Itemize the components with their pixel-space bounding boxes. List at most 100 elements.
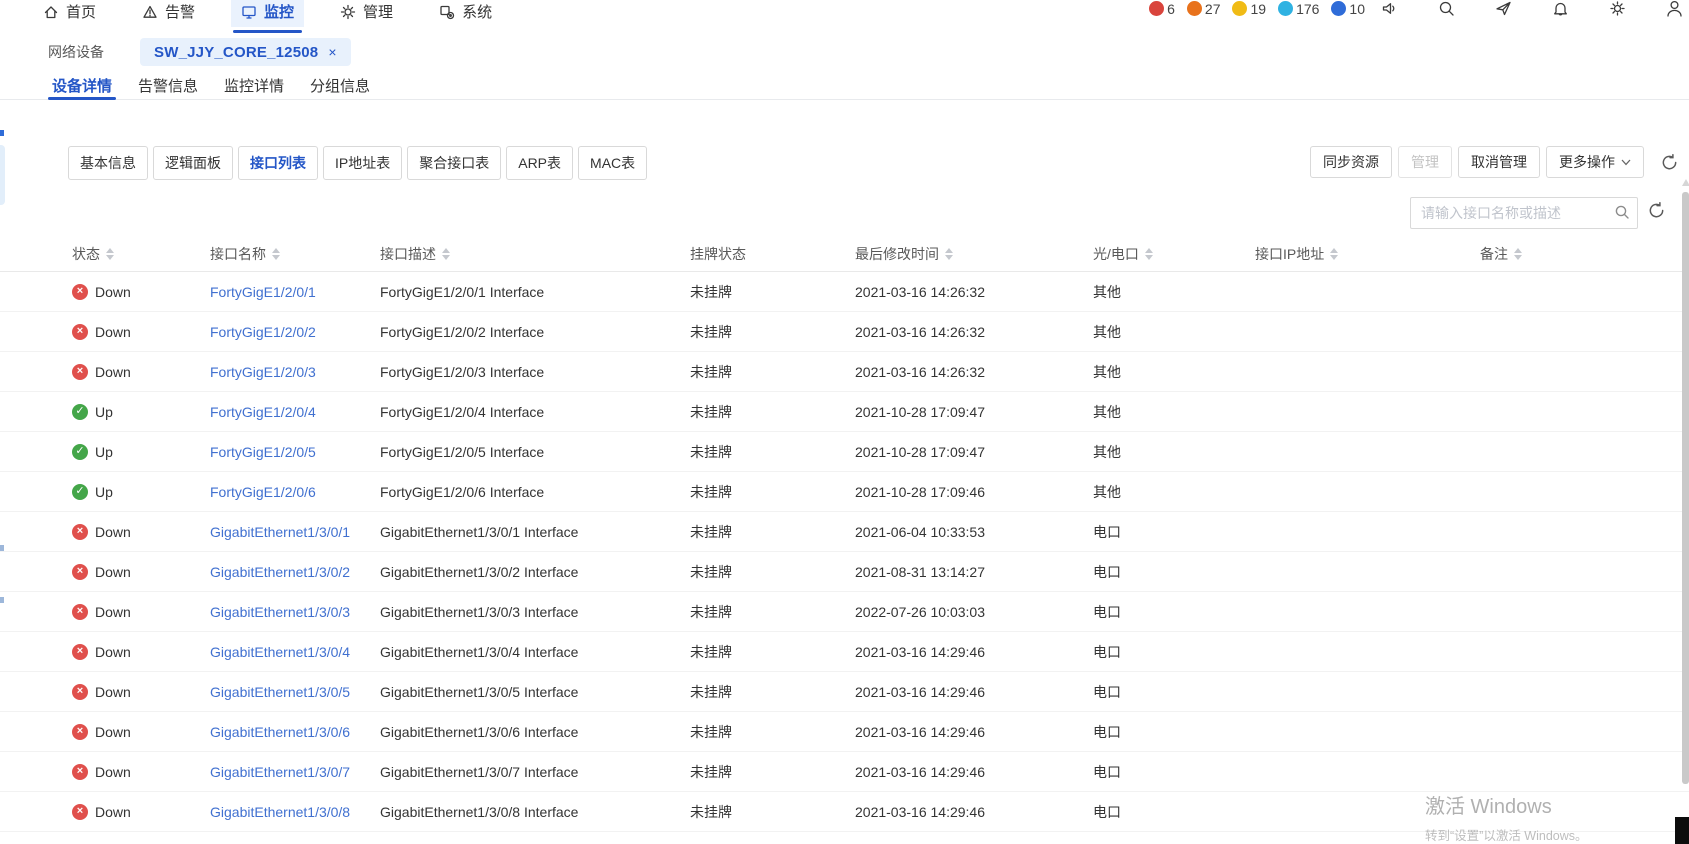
device-tab-label: SW_JJY_CORE_12508 [154, 44, 318, 61]
tab-device-details[interactable]: 设备详情 [52, 72, 112, 99]
tab-aggregate-interface-table[interactable]: 聚合接口表 [407, 146, 501, 180]
table-row: ×Down GigabitEthernet1/3/0/2 GigabitEthe… [0, 552, 1689, 592]
tag-status: 未挂牌 [690, 362, 855, 382]
column-header-interface-name[interactable]: 接口名称 [210, 244, 380, 264]
interface-name-link[interactable]: FortyGigE1/2/0/6 [210, 484, 316, 500]
gear-icon[interactable] [1609, 0, 1626, 17]
table-row: ×Down GigabitEthernet1/3/0/6 GigabitEthe… [0, 712, 1689, 752]
sort-icon[interactable] [442, 248, 450, 260]
tab-alarm-info[interactable]: 告警信息 [138, 72, 198, 99]
interface-name-link[interactable]: FortyGigE1/2/0/5 [210, 444, 316, 460]
unmanage-button[interactable]: 取消管理 [1458, 146, 1540, 178]
sort-icon[interactable] [1145, 248, 1153, 260]
tab-group-info[interactable]: 分组信息 [310, 72, 370, 99]
sort-icon[interactable] [106, 248, 114, 260]
interface-desc: FortyGigE1/2/0/4 Interface [380, 404, 690, 420]
send-icon[interactable] [1495, 0, 1512, 17]
port-type: 电口 [1093, 602, 1255, 622]
more-actions-button[interactable]: 更多操作 [1546, 146, 1644, 178]
interface-name-link[interactable]: FortyGigE1/2/0/4 [210, 404, 316, 420]
searchbar [0, 197, 1689, 229]
interface-name-link[interactable]: FortyGigE1/2/0/2 [210, 324, 316, 340]
interface-name-link[interactable]: GigabitEthernet1/3/0/5 [210, 684, 350, 700]
refresh-button[interactable] [1658, 151, 1680, 173]
bell-icon[interactable] [1552, 0, 1569, 17]
tab-mac-table[interactable]: MAC表 [578, 146, 647, 180]
column-header-ip-address[interactable]: 接口IP地址 [1255, 244, 1480, 264]
interface-name-link[interactable]: FortyGigE1/2/0/1 [210, 284, 316, 300]
table-row: ×Down GigabitEthernet1/3/0/4 GigabitEthe… [0, 632, 1689, 672]
status-text: Down [95, 284, 131, 300]
search-icon[interactable] [1438, 0, 1455, 17]
column-header-port-type[interactable]: 光/电口 [1093, 244, 1255, 264]
nav-item-label: 系统 [462, 1, 492, 22]
alarm-badge-critical[interactable]: 6 [1149, 1, 1175, 17]
last-modified-time: 2021-03-16 14:26:32 [855, 284, 1093, 300]
alarm-badge-major[interactable]: 27 [1187, 1, 1221, 17]
interface-desc: GigabitEthernet1/3/0/3 Interface [380, 604, 690, 620]
column-header-status[interactable]: 状态 [72, 244, 210, 264]
alarm-badge-minor[interactable]: 19 [1232, 1, 1266, 17]
severity-critical-icon [1149, 1, 1164, 16]
interface-name-link[interactable]: GigabitEthernet1/3/0/8 [210, 804, 350, 820]
nav-item-monitor[interactable]: 监控 [231, 0, 304, 27]
tab-network-devices[interactable]: 网络设备 [48, 42, 104, 62]
interface-name-link[interactable]: GigabitEthernet1/3/0/7 [210, 764, 350, 780]
user-icon[interactable] [1666, 0, 1683, 17]
interface-name-link[interactable]: GigabitEthernet1/3/0/3 [210, 604, 350, 620]
tab-ip-address-table[interactable]: IP地址表 [323, 146, 402, 180]
table-row: ✓Up FortyGigE1/2/0/6 FortyGigE1/2/0/6 In… [0, 472, 1689, 512]
nav-item-system[interactable]: 系统 [429, 0, 502, 27]
table-row: ✓Up FortyGigE1/2/0/4 FortyGigE1/2/0/4 In… [0, 392, 1689, 432]
sync-resource-button[interactable]: 同步资源 [1310, 146, 1392, 178]
sort-icon[interactable] [945, 248, 953, 260]
status-down-icon: × [72, 364, 88, 380]
interface-name-link[interactable]: GigabitEthernet1/3/0/1 [210, 524, 350, 540]
column-header-remark[interactable]: 备注 [1480, 244, 1689, 264]
sort-icon[interactable] [272, 248, 280, 260]
port-type: 电口 [1093, 642, 1255, 662]
sort-icon[interactable] [1514, 248, 1522, 260]
status-down-icon: × [72, 284, 88, 300]
status-up-icon: ✓ [72, 404, 88, 420]
search-icon[interactable] [1614, 204, 1630, 220]
manage-button[interactable]: 管理 [1398, 146, 1452, 178]
port-type: 其他 [1093, 282, 1255, 302]
column-header-last-modified[interactable]: 最后修改时间 [855, 244, 1093, 264]
chevron-down-icon [1621, 159, 1631, 166]
status-text: Down [95, 764, 131, 780]
port-type: 其他 [1093, 442, 1255, 462]
interface-name-link[interactable]: FortyGigE1/2/0/3 [210, 364, 316, 380]
tab-monitor-details[interactable]: 监控详情 [224, 72, 284, 99]
last-modified-time: 2021-03-16 14:29:46 [855, 724, 1093, 740]
nav-item-alarm[interactable]: 告警 [132, 0, 205, 27]
nav-item-home[interactable]: 首页 [33, 0, 106, 27]
interface-name-link[interactable]: GigabitEthernet1/3/0/4 [210, 644, 350, 660]
more-actions-label: 更多操作 [1559, 152, 1615, 172]
port-type: 电口 [1093, 762, 1255, 782]
close-icon[interactable]: × [328, 44, 336, 60]
nav-item-manage[interactable]: 管理 [330, 0, 403, 27]
interface-name-link[interactable]: GigabitEthernet1/3/0/2 [210, 564, 350, 580]
interface-name-link[interactable]: GigabitEthernet1/3/0/6 [210, 724, 350, 740]
status-down-icon: × [72, 604, 88, 620]
interface-search-input[interactable] [1410, 197, 1638, 229]
alarm-badge-info[interactable]: 10 [1331, 1, 1365, 17]
tab-device[interactable]: SW_JJY_CORE_12508 × [140, 38, 351, 66]
scrollbar-up-arrow[interactable] [1682, 179, 1689, 186]
tab-logical-panel[interactable]: 逻辑面板 [153, 146, 233, 180]
speaker-icon[interactable] [1381, 0, 1398, 17]
tab-arp-table[interactable]: ARP表 [506, 146, 573, 180]
sort-icon[interactable] [1330, 248, 1338, 260]
tab-basic-info[interactable]: 基本信息 [68, 146, 148, 180]
tab-interface-list[interactable]: 接口列表 [238, 146, 318, 180]
alarm-badge-warning[interactable]: 176 [1278, 1, 1319, 17]
status-down-icon: × [72, 724, 88, 740]
tag-status: 未挂牌 [690, 682, 855, 702]
table-refresh-button[interactable] [1648, 202, 1665, 222]
vertical-scrollbar[interactable] [1682, 192, 1689, 784]
interface-desc: FortyGigE1/2/0/2 Interface [380, 324, 690, 340]
column-header-interface-desc[interactable]: 接口描述 [380, 244, 690, 264]
tag-status: 未挂牌 [690, 402, 855, 422]
section-tabs: 基本信息 逻辑面板 接口列表 IP地址表 聚合接口表 ARP表 MAC表 [68, 146, 647, 180]
